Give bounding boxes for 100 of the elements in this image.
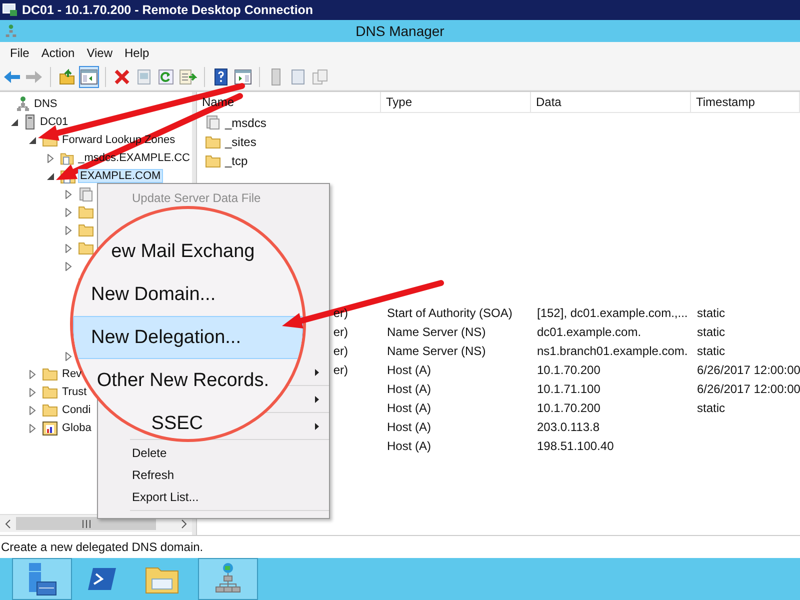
table-cell: Host (A) (387, 382, 432, 396)
table-cell: Host (A) (387, 400, 432, 414)
tree-item[interactable]: Trust (60, 385, 89, 399)
network-icon (16, 96, 30, 112)
toolbar-button[interactable] (79, 66, 99, 88)
taskbar-button[interactable] (198, 558, 258, 600)
server-toolbox-icon (27, 562, 57, 596)
table-cell: Host (A) (387, 362, 432, 376)
menu-item[interactable]: Help (118, 44, 156, 62)
document-stack-icon (205, 115, 221, 130)
table-cell: Name Server (NS) (387, 324, 486, 338)
taskbar-button[interactable] (12, 558, 72, 600)
table-cell: er) (333, 324, 348, 338)
table-cell: 198.51.100.40 (537, 438, 614, 452)
table-cell: 6/26/2017 12:00:00 (697, 362, 800, 376)
help-icon (214, 68, 228, 86)
scrollbar-thumb[interactable] (16, 517, 156, 530)
table-cell: static (697, 344, 726, 358)
column-header[interactable]: Timestamp (691, 92, 800, 112)
expand-arrow-icon[interactable] (29, 406, 37, 414)
panel-icon (291, 69, 305, 85)
document-stack-icon (78, 186, 94, 202)
expand-arrow-icon[interactable] (29, 388, 37, 396)
network-icon (5, 23, 17, 39)
expand-arrow-icon[interactable] (29, 424, 37, 432)
magnified-menu-item[interactable]: ew Mail Exchang (110, 230, 256, 273)
window-title: DC01 - 10.1.70.200 - Remote Desktop Connection (22, 3, 314, 17)
submenu-arrow-icon[interactable] (315, 423, 319, 430)
tree-item[interactable]: DNS (32, 97, 60, 111)
folder-arrow-icon (59, 69, 75, 85)
expand-arrow-icon[interactable] (65, 226, 73, 234)
column-header[interactable]: Type (381, 92, 531, 112)
expand-arrow-icon[interactable] (65, 262, 73, 270)
refresh-icon (158, 69, 174, 85)
table-cell: 6/26/2017 12:00:00 (697, 382, 800, 396)
folder-icon (42, 367, 58, 381)
menu-item[interactable]: Export List... (98, 486, 329, 508)
table-cell: _msdcs (225, 116, 266, 130)
magnified-menu-item[interactable]: SSEC (150, 402, 204, 439)
menu-item[interactable]: Action (35, 44, 81, 62)
menu-item[interactable]: File (4, 44, 36, 62)
table-cell: Host (A) (387, 420, 432, 434)
export-list-icon (179, 69, 197, 85)
magnified-menu-item[interactable]: Other New Records. (96, 359, 270, 402)
expand-arrow-icon[interactable] (65, 190, 73, 198)
pane-icon (80, 69, 98, 85)
table-cell: 10.1.71.100 (537, 382, 600, 396)
folder-icon (205, 134, 221, 148)
expand-arrow-icon[interactable] (47, 154, 55, 162)
zone-folder-icon (60, 150, 74, 166)
magnified-menu-item[interactable]: New Delegation... (73, 316, 303, 359)
folder-icon (78, 205, 94, 219)
status-text: Create a new delegated DNS domain. (1, 540, 204, 554)
expand-arrow-icon[interactable] (29, 370, 37, 378)
expand-arrow-icon[interactable] (65, 352, 73, 360)
menu-item[interactable]: Refresh (98, 464, 329, 486)
collapse-arrow-icon[interactable] (47, 172, 55, 180)
table-cell: static (697, 306, 726, 320)
tree-item[interactable]: Globa (60, 421, 94, 435)
table-cell: dc01.example.com. (537, 324, 642, 338)
terminal-icon (87, 566, 117, 592)
table-cell: Host (A) (387, 438, 432, 452)
collapse-arrow-icon[interactable] (29, 136, 37, 144)
table-cell: 203.0.113.8 (537, 420, 600, 434)
folder-icon (42, 403, 58, 417)
folder-icon (42, 385, 58, 399)
remote-desktop-icon (2, 3, 18, 17)
grip-icon (82, 520, 90, 528)
tree-item[interactable]: EXAMPLE.COM (78, 169, 163, 183)
submenu-arrow-icon[interactable] (315, 369, 319, 376)
menu-item[interactable]: View (80, 44, 118, 62)
table-cell: [152], dc01.example.com.,... (537, 306, 688, 320)
forward-arrow-icon (25, 70, 43, 84)
magnified-menu-item[interactable]: New Domain... (90, 273, 217, 316)
menu-item[interactable]: Delete (98, 442, 329, 464)
table-cell: Name Server (NS) (387, 344, 486, 358)
delete-icon (114, 69, 130, 85)
back-arrow-icon (3, 70, 21, 84)
table-cell: _sites (225, 134, 256, 148)
table-cell: 10.1.70.200 (537, 362, 600, 376)
table-cell: static (697, 324, 726, 338)
submenu-arrow-icon[interactable] (315, 396, 319, 403)
copy-icon (312, 69, 328, 85)
collapse-arrow-icon[interactable] (11, 118, 19, 126)
expand-arrow-icon[interactable] (65, 208, 73, 216)
tree-item[interactable]: Condi (60, 403, 93, 417)
table-cell: er) (333, 362, 348, 376)
table-cell: 10.1.70.200 (537, 400, 600, 414)
column-header[interactable]: Data (531, 92, 691, 112)
properties-icon (136, 69, 152, 85)
tree-item[interactable]: DC01 (38, 115, 70, 129)
server-icon (24, 114, 36, 130)
expand-arrow-icon[interactable] (65, 244, 73, 252)
scroll-left-icon[interactable] (4, 518, 12, 528)
app-title: DNS Manager (356, 23, 444, 39)
folder-icon (78, 223, 94, 237)
tree-item[interactable]: Rev (60, 367, 84, 381)
scroll-right-icon[interactable] (180, 518, 188, 528)
pane-icon (234, 69, 252, 85)
folder-icon (205, 154, 221, 168)
